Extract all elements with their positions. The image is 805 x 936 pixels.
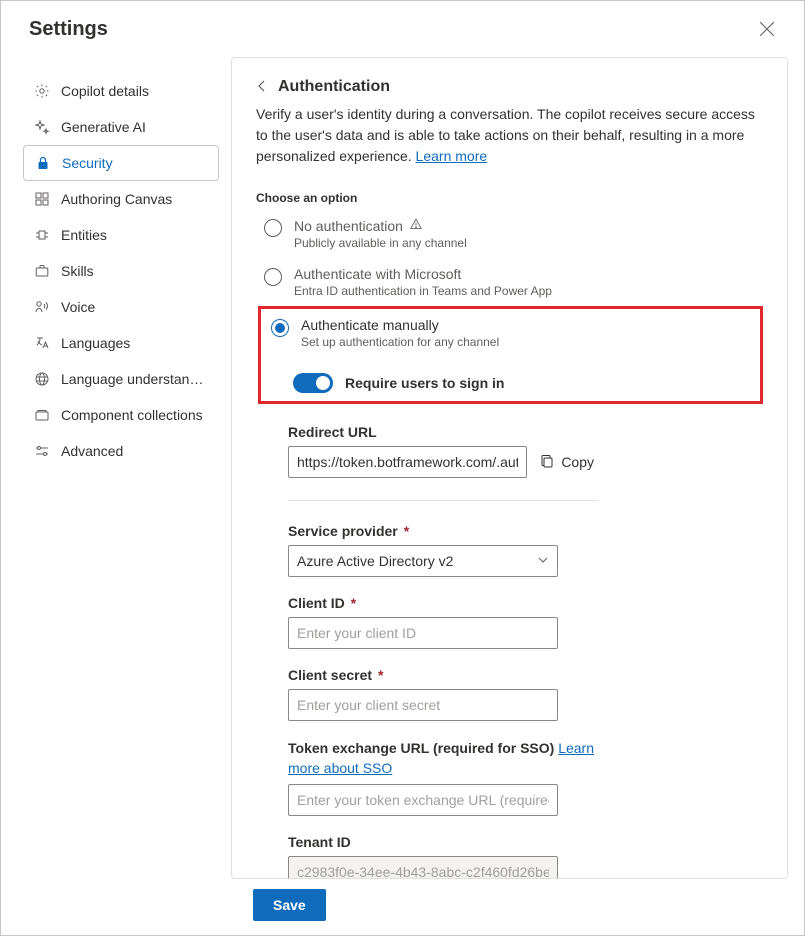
- sidebar-label: Voice: [61, 299, 95, 315]
- briefcase-icon: [33, 262, 51, 280]
- require-signin-row: Require users to sign in: [293, 373, 754, 393]
- learn-more-link[interactable]: Learn more: [416, 148, 488, 164]
- divider: [288, 500, 598, 501]
- service-provider-field: Service provider * Azure Active Director…: [288, 523, 598, 577]
- option-label: No authentication: [294, 218, 403, 234]
- sidebar-label: Component collections: [61, 407, 203, 423]
- collection-icon: [33, 406, 51, 424]
- copy-label: Copy: [561, 454, 594, 470]
- gear-icon: [33, 82, 51, 100]
- radio-input[interactable]: [271, 319, 289, 337]
- warning-icon: [409, 217, 423, 234]
- tenant-id-input: [288, 856, 558, 879]
- redirect-url-input[interactable]: [288, 446, 527, 478]
- window-title: Settings: [29, 18, 108, 41]
- service-provider-label: Service provider: [288, 523, 398, 539]
- required-indicator: *: [378, 667, 383, 683]
- radio-input[interactable]: [264, 219, 282, 237]
- option-no-authentication[interactable]: No authentication Publicly available in …: [256, 211, 763, 260]
- tenant-id-field: Tenant ID: [288, 834, 598, 879]
- client-id-label: Client ID: [288, 595, 345, 611]
- page-title: Authentication: [278, 78, 390, 96]
- client-id-field: Client ID *: [288, 595, 598, 649]
- option-label: Authenticate with Microsoft: [294, 266, 461, 282]
- option-authenticate-microsoft[interactable]: Authenticate with Microsoft Entra ID aut…: [256, 260, 763, 308]
- option-desc: Set up authentication for any channel: [301, 335, 499, 349]
- sidebar-label: Security: [62, 155, 113, 171]
- close-button[interactable]: [758, 20, 776, 38]
- grid-icon: [33, 190, 51, 208]
- sidebar-label: Entities: [61, 227, 107, 243]
- page-description: Verify a user's identity during a conver…: [256, 104, 763, 167]
- sidebar: Copilot details Generative AI Security A…: [1, 57, 231, 879]
- option-authenticate-manually[interactable]: Authenticate manually Set up authenticat…: [263, 311, 754, 359]
- copy-icon: [539, 453, 555, 472]
- sidebar-item-skills[interactable]: Skills: [23, 253, 219, 289]
- service-provider-select[interactable]: Azure Active Directory v2: [288, 545, 558, 577]
- tenant-id-label: Tenant ID: [288, 834, 598, 850]
- sparkle-icon: [33, 118, 51, 136]
- redirect-url-label: Redirect URL: [288, 424, 598, 440]
- sidebar-label: Language understandi...: [61, 371, 209, 387]
- option-desc: Publicly available in any channel: [294, 236, 467, 250]
- sidebar-item-languages[interactable]: Languages: [23, 325, 219, 361]
- sidebar-item-component-collections[interactable]: Component collections: [23, 397, 219, 433]
- token-exchange-label: Token exchange URL (required for SSO): [288, 740, 554, 756]
- sidebar-label: Skills: [61, 263, 94, 279]
- require-signin-label: Require users to sign in: [345, 375, 504, 391]
- main-panel: Authentication Verify a user's identity …: [231, 57, 788, 879]
- settings-window: Settings Copilot details Generative AI S…: [0, 0, 805, 936]
- body: Copilot details Generative AI Security A…: [1, 57, 804, 879]
- sidebar-item-generative-ai[interactable]: Generative AI: [23, 109, 219, 145]
- client-secret-field: Client secret *: [288, 667, 598, 721]
- form-area: Redirect URL Copy Service provider * Az: [288, 424, 598, 879]
- footer: Save: [1, 879, 804, 935]
- save-button[interactable]: Save: [253, 889, 326, 921]
- client-secret-input[interactable]: [288, 689, 558, 721]
- sidebar-label: Generative AI: [61, 119, 146, 135]
- sidebar-item-advanced[interactable]: Advanced: [23, 433, 219, 469]
- sidebar-item-language-understanding[interactable]: Language understandi...: [23, 361, 219, 397]
- voice-icon: [33, 298, 51, 316]
- choose-option-label: Choose an option: [256, 191, 763, 205]
- option-label: Authenticate manually: [301, 317, 439, 333]
- back-button[interactable]: [256, 79, 268, 95]
- radio-input[interactable]: [264, 268, 282, 286]
- copy-button[interactable]: Copy: [535, 449, 598, 476]
- sidebar-label: Authoring Canvas: [61, 191, 172, 207]
- client-secret-label: Client secret: [288, 667, 372, 683]
- chevron-down-icon: [537, 553, 549, 569]
- require-signin-toggle[interactable]: [293, 373, 333, 393]
- sidebar-item-security[interactable]: Security: [23, 145, 219, 181]
- redirect-url-field: Redirect URL Copy: [288, 424, 598, 478]
- page-header: Authentication: [256, 78, 763, 96]
- token-exchange-field: Token exchange URL (required for SSO) Le…: [288, 739, 598, 816]
- sidebar-label: Advanced: [61, 443, 123, 459]
- auth-options: No authentication Publicly available in …: [256, 211, 763, 404]
- service-provider-value: Azure Active Directory v2: [297, 553, 453, 569]
- lock-icon: [34, 154, 52, 172]
- sidebar-label: Languages: [61, 335, 130, 351]
- client-id-input[interactable]: [288, 617, 558, 649]
- entities-icon: [33, 226, 51, 244]
- required-indicator: *: [404, 523, 409, 539]
- advanced-icon: [33, 442, 51, 460]
- required-indicator: *: [351, 595, 356, 611]
- sidebar-item-authoring-canvas[interactable]: Authoring Canvas: [23, 181, 219, 217]
- sidebar-item-entities[interactable]: Entities: [23, 217, 219, 253]
- sidebar-label: Copilot details: [61, 83, 149, 99]
- sidebar-item-copilot-details[interactable]: Copilot details: [23, 73, 219, 109]
- titlebar: Settings: [1, 1, 804, 57]
- sidebar-item-voice[interactable]: Voice: [23, 289, 219, 325]
- token-exchange-input[interactable]: [288, 784, 558, 816]
- highlight-box: Authenticate manually Set up authenticat…: [258, 306, 763, 404]
- option-desc: Entra ID authentication in Teams and Pow…: [294, 284, 552, 298]
- globe-icon: [33, 370, 51, 388]
- language-icon: [33, 334, 51, 352]
